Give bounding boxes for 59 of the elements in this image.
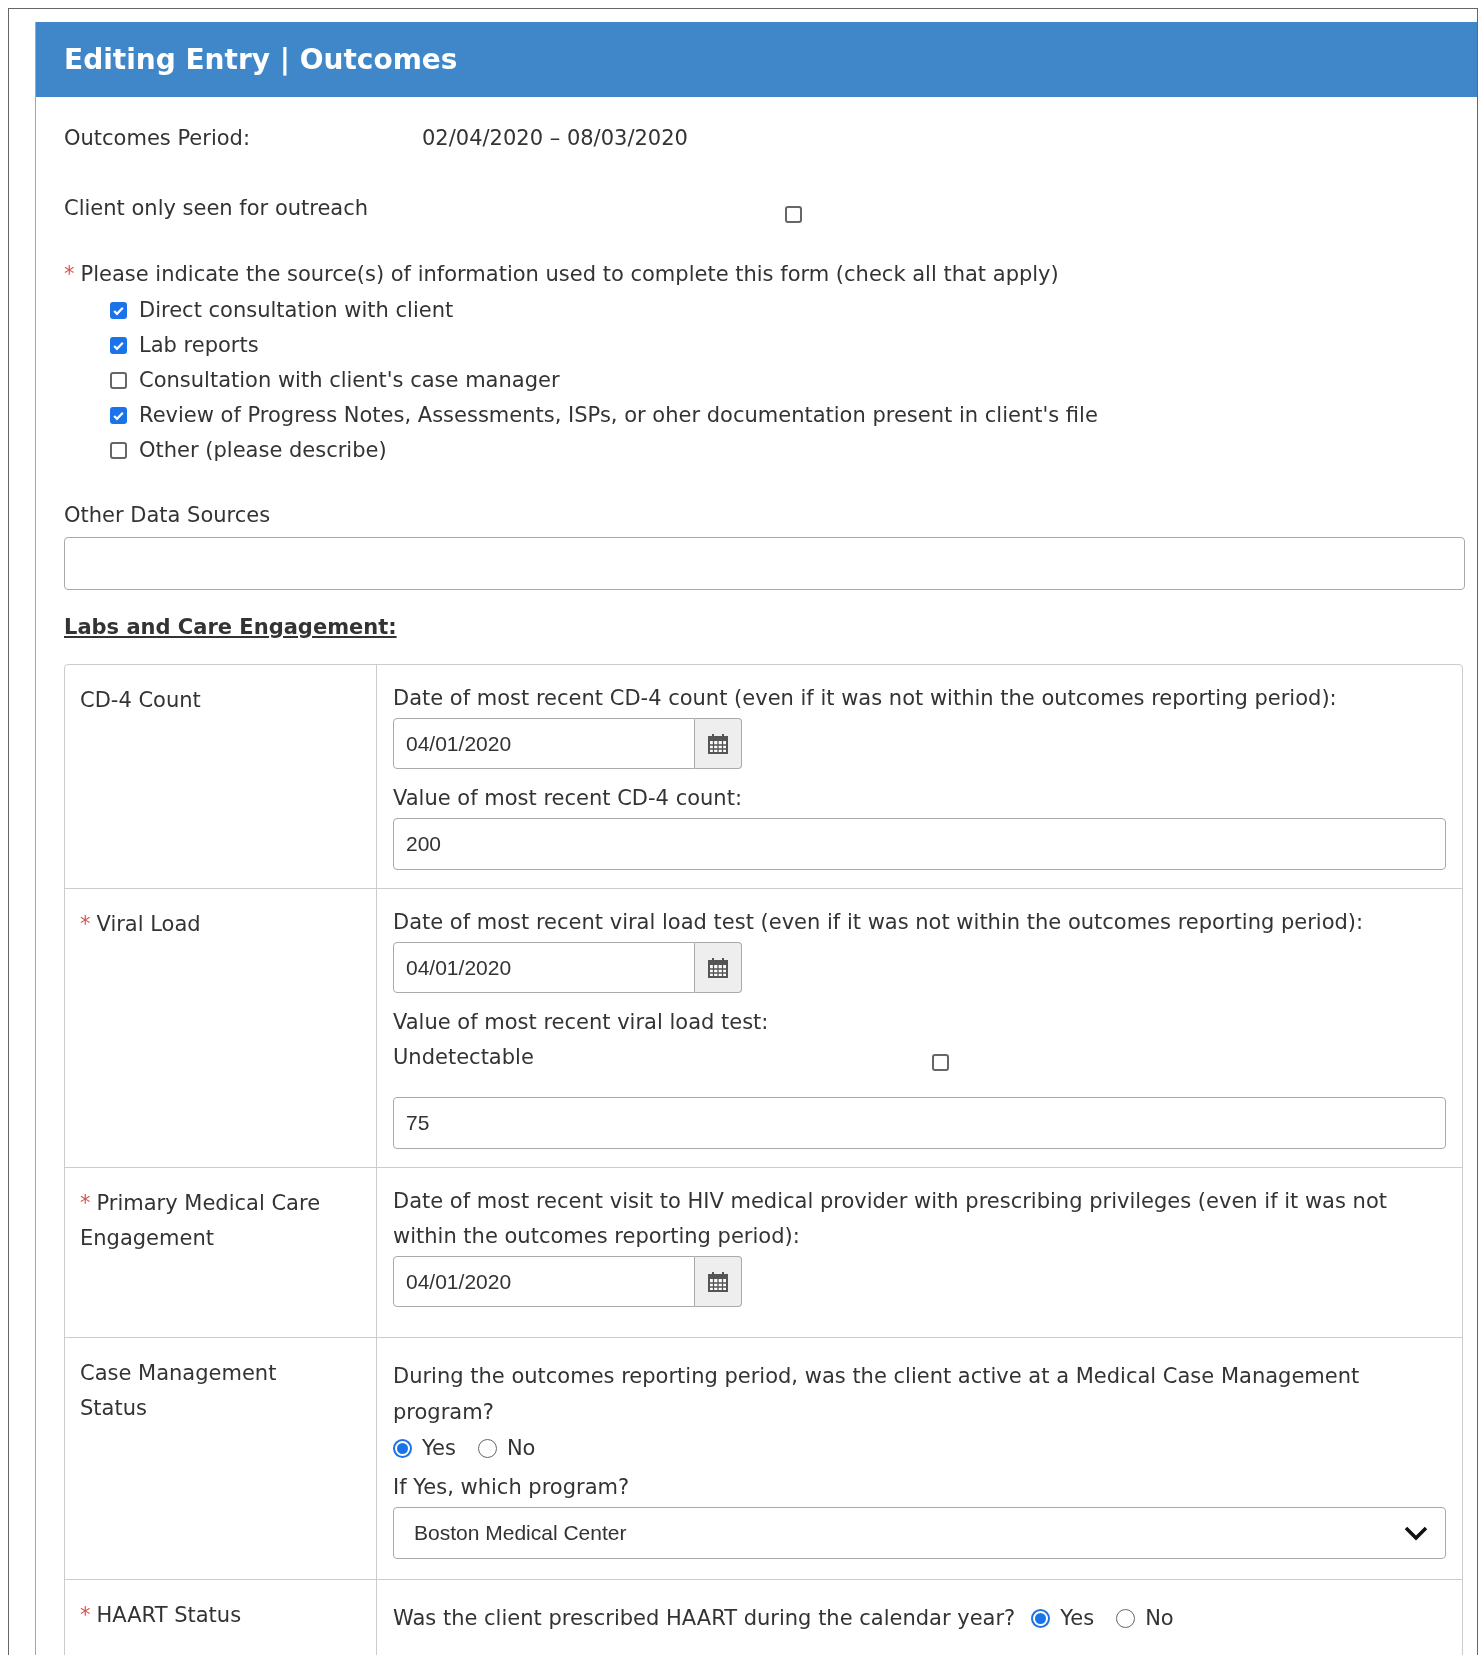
radio-label: Yes — [422, 1435, 456, 1462]
row-label: * Viral Load — [80, 911, 202, 938]
checkbox[interactable] — [110, 302, 127, 319]
question-text: Please indicate the source(s) of information used to complete this form (check all that apply) — [80, 261, 1059, 289]
date-input[interactable]: 04/01/2020 — [393, 942, 695, 993]
required-asterisk: * — [64, 261, 75, 289]
period-value: 02/04/2020 – 08/03/2020 — [422, 125, 688, 153]
checkbox[interactable] — [110, 442, 127, 459]
calendar-button[interactable] — [695, 1256, 742, 1307]
calendar-button[interactable] — [695, 942, 742, 993]
checkbox[interactable] — [110, 337, 127, 354]
text-input[interactable]: 200 — [393, 818, 1446, 870]
row-label: Case Management Status — [80, 1360, 278, 1422]
panel-title: Editing Entry | Outcomes — [64, 41, 458, 78]
question-text: Was the client prescribed HAART during the calendar year? — [393, 1605, 1016, 1632]
calendar-button[interactable] — [695, 718, 742, 769]
radio-label: No — [1145, 1605, 1174, 1632]
date-input[interactable]: 04/01/2020 — [393, 1256, 695, 1307]
field-label: Date of most recent visit to HIV medical provider with prescribing privileges (even if it was not within the outcomes reporting period): — [393, 1188, 1388, 1250]
radio-label: No — [506, 1435, 536, 1462]
field-label: If Yes, which program? — [393, 1474, 631, 1501]
row-label: CD-4 Count — [80, 687, 202, 714]
check-icon — [112, 304, 125, 317]
radio-button[interactable] — [477, 1438, 497, 1458]
checkbox[interactable] — [110, 407, 127, 424]
checkbox[interactable] — [110, 372, 127, 389]
select-dropdown[interactable]: Boston Medical Center — [393, 1507, 1446, 1559]
row-label: * Primary Medical Care Engagement — [80, 1190, 322, 1252]
field-label: Outcomes Period: — [64, 125, 252, 153]
option-label: Lab reports — [139, 331, 259, 359]
check-icon — [112, 339, 125, 352]
row-label: * HAART Status — [80, 1602, 243, 1629]
radio-label: Yes — [1060, 1605, 1095, 1632]
checkbox-label: Undetectable — [393, 1043, 535, 1071]
field-label: Value of most recent CD-4 count: — [393, 785, 743, 812]
field-label: Date of most recent viral load test (even if it was not within the outcomes reporting period): — [393, 909, 1365, 936]
radio-button[interactable] — [1116, 1608, 1136, 1628]
field-label: Date of most recent CD-4 count (even if it was not within the outcomes reporting period): — [393, 685, 1338, 712]
field-label: Other Data Sources — [64, 502, 271, 530]
radio-button[interactable] — [1031, 1608, 1051, 1628]
checkbox[interactable] — [785, 205, 802, 223]
calendar-icon — [707, 956, 729, 979]
question-text: During the outcomes reporting period, was the client active at a Medical Case Management program? — [393, 1363, 1361, 1426]
option-label: Direct consultation with client — [139, 296, 454, 324]
check-icon — [112, 409, 125, 422]
text-input[interactable] — [64, 537, 1465, 590]
calendar-icon — [707, 732, 729, 755]
option-label: Other (please describe) — [139, 436, 387, 464]
section-heading: Labs and Care Engagement: — [64, 614, 397, 642]
field-label: Value of most recent viral load test: — [393, 1009, 770, 1036]
text-input[interactable]: 75 — [393, 1097, 1446, 1149]
calendar-icon — [707, 1270, 729, 1293]
chevron-down-icon — [1403, 1525, 1429, 1541]
checkbox[interactable] — [932, 1054, 949, 1071]
date-input[interactable]: 04/01/2020 — [393, 718, 695, 769]
option-label: Consultation with client's case manager — [139, 366, 560, 394]
field-label: Client only seen for outreach — [64, 195, 370, 223]
radio-button[interactable] — [393, 1438, 412, 1458]
option-label: Review of Progress Notes, Assessments, ISPs, or oher documentation present in client's file — [139, 401, 1098, 429]
